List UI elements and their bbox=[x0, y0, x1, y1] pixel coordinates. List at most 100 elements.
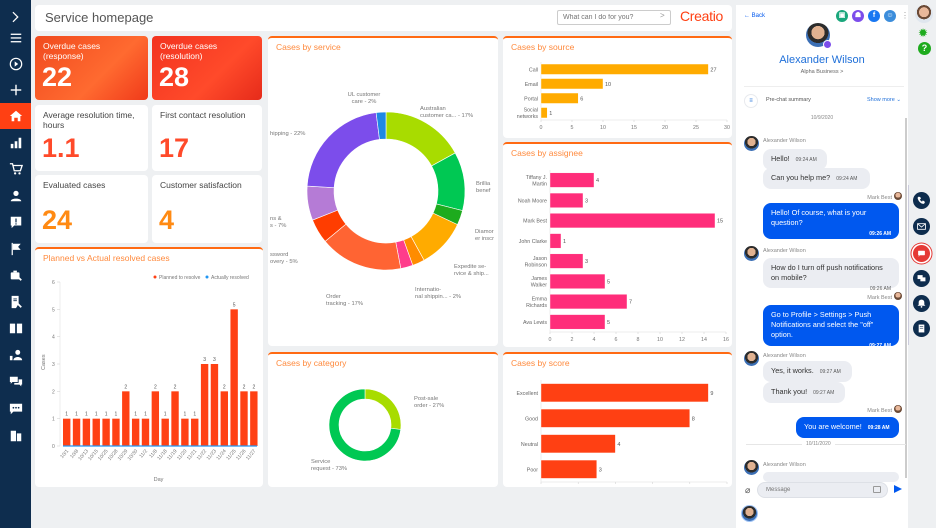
sidebar-item-milestones[interactable] bbox=[0, 236, 31, 262]
kpi-card[interactable]: Customer satisfaction 4 bbox=[152, 175, 262, 243]
settings-icon[interactable]: ✹ bbox=[918, 27, 928, 39]
agent-avatar[interactable] bbox=[741, 505, 758, 522]
phone-button[interactable] bbox=[913, 192, 930, 209]
sidebar-item-menu[interactable] bbox=[0, 25, 31, 51]
sidebar-item-knowledge-base[interactable] bbox=[0, 315, 31, 341]
emoji-icon[interactable] bbox=[873, 486, 881, 493]
kpi-card[interactable]: Overdue cases (resolution) 28 bbox=[152, 36, 262, 100]
kpi-title: Customer satisfaction bbox=[160, 180, 242, 190]
user-icon[interactable]: ☺ bbox=[884, 10, 896, 22]
attach-icon[interactable]: ⌀ bbox=[745, 485, 750, 496]
legend-label: Actually resolved bbox=[211, 275, 249, 281]
category-label: Richards bbox=[526, 303, 547, 309]
message-author: Alexander Wilson bbox=[763, 462, 806, 468]
sidebar-item-chats[interactable] bbox=[0, 369, 31, 395]
y-tick-label: 4 bbox=[52, 335, 55, 341]
bar-planned bbox=[191, 418, 199, 446]
sidebar-item-home[interactable] bbox=[0, 103, 31, 129]
contacts-icon[interactable]: ☗ bbox=[852, 10, 864, 22]
kpi-card[interactable]: Overdue cases (response) 22 bbox=[35, 36, 148, 100]
x-tick-label: 6 bbox=[615, 337, 618, 343]
x-tick-label: 10/30 bbox=[127, 448, 140, 462]
message-time: 09:27 AM bbox=[819, 369, 841, 375]
slice-label: Internatio- bbox=[415, 287, 441, 293]
slice-label: Brillia bbox=[476, 181, 491, 187]
bar-value-label: 1 bbox=[95, 412, 98, 418]
x-tick-label: 4 bbox=[593, 337, 596, 343]
email-button[interactable] bbox=[913, 218, 930, 235]
bar bbox=[540, 434, 616, 454]
bar-planned bbox=[171, 391, 179, 446]
search-go-icon[interactable]: > bbox=[660, 11, 665, 20]
sidebar-item-cases[interactable] bbox=[0, 209, 31, 235]
message-author: Alexander Wilson bbox=[763, 138, 806, 144]
kpi-card[interactable]: First contact resolution 17 bbox=[152, 105, 262, 171]
cases-by-assignee-chart: 0 2 4 6 8 10 12 14 16 4 Tiffany J.Martin 3 Noah Moor… bbox=[518, 170, 729, 343]
help-icon[interactable]: ? bbox=[918, 42, 931, 55]
kpi-title: Evaluated cases bbox=[43, 180, 106, 190]
sidebar-item-service-catalog[interactable] bbox=[0, 262, 31, 288]
chats-button[interactable] bbox=[913, 270, 930, 287]
bell-button[interactable] bbox=[913, 295, 930, 312]
sidebar-item-messages[interactable] bbox=[0, 396, 31, 422]
sidebar-item-add[interactable] bbox=[0, 77, 31, 103]
x-tick-label: 10 bbox=[600, 125, 606, 131]
x-tick-label: 8 bbox=[637, 337, 640, 343]
bar-value-label: 27 bbox=[710, 67, 716, 73]
contact-name[interactable]: Alexander Wilson bbox=[736, 54, 908, 66]
sidebar-item-processes[interactable] bbox=[0, 51, 31, 77]
back-button[interactable]: ← Back bbox=[744, 13, 765, 19]
cases-by-score-chart: 02468109Excellent8Good4Neutral3Poor bbox=[517, 380, 728, 484]
sidebar-item-orders[interactable] bbox=[0, 156, 31, 182]
bar-value-label: 2 bbox=[243, 384, 246, 390]
slice-label: ns & bbox=[270, 216, 282, 222]
bar-planned bbox=[112, 418, 120, 446]
messenger-badge-icon bbox=[823, 40, 832, 49]
sidebar-item-agents[interactable] bbox=[0, 342, 31, 368]
y-tick-label: 6 bbox=[52, 280, 55, 286]
bar-value-label: 5 bbox=[607, 279, 610, 285]
message-avatar bbox=[894, 405, 902, 413]
bar-value-label: 8 bbox=[692, 416, 695, 422]
message-input[interactable] bbox=[757, 482, 888, 498]
tasks-button[interactable] bbox=[913, 320, 930, 337]
sidebar-item-contacts[interactable] bbox=[0, 183, 31, 209]
y-tick-label: 1 bbox=[52, 417, 55, 423]
message-bubble: How do I turn off push notifications on … bbox=[763, 258, 899, 292]
user-profile-avatar[interactable] bbox=[915, 5, 933, 23]
message-author: Mark Best bbox=[867, 195, 892, 201]
cart-icon bbox=[9, 163, 23, 175]
message-bubble: Hello! 09:24 AM bbox=[763, 149, 827, 170]
kpi-card[interactable]: Average resolution time, hours 1.1 bbox=[35, 105, 148, 171]
send-button[interactable] bbox=[894, 485, 902, 493]
x-tick-label: 25 bbox=[693, 125, 699, 131]
show-more-link[interactable]: Show more ⌄ bbox=[867, 97, 901, 103]
chat-button[interactable] bbox=[913, 245, 930, 262]
message-time: 09:27 AM bbox=[869, 343, 891, 349]
bar-planned bbox=[210, 364, 219, 446]
search-input[interactable] bbox=[557, 10, 671, 25]
message-time: 09:28 AM bbox=[867, 425, 890, 431]
contact-company[interactable]: Alpha Business > bbox=[736, 69, 908, 75]
message-text: You are welcome! bbox=[804, 422, 862, 431]
bar-planned bbox=[250, 391, 258, 446]
bar-planned bbox=[63, 418, 71, 446]
sidebar-item-dashboards[interactable] bbox=[0, 130, 31, 156]
facebook-icon[interactable]: f bbox=[868, 10, 880, 22]
chat-icon[interactable]: ▣ bbox=[836, 10, 848, 22]
y-tick-label: 5 bbox=[52, 307, 55, 313]
kpi-card[interactable]: Evaluated cases 24 bbox=[35, 175, 148, 243]
prechat-icon[interactable]: ≡ bbox=[744, 94, 758, 108]
legend-label: Planned to resolve bbox=[159, 275, 201, 281]
sidebar-item-service-agreements[interactable] bbox=[0, 289, 31, 315]
message-avatar bbox=[894, 192, 902, 200]
briefcase-wrench-icon bbox=[10, 270, 22, 281]
kpi-title: Overdue cases (response) bbox=[43, 41, 101, 61]
category-label: Jason bbox=[533, 256, 547, 262]
chat-scrollbar[interactable] bbox=[905, 118, 907, 478]
book-icon bbox=[9, 323, 22, 334]
slice-label: benef bbox=[476, 188, 491, 194]
sidebar-item-configuration[interactable] bbox=[0, 423, 31, 449]
chat-icon bbox=[918, 250, 925, 257]
message-bubble: Yes, it works. 09:27 AM bbox=[763, 361, 852, 382]
